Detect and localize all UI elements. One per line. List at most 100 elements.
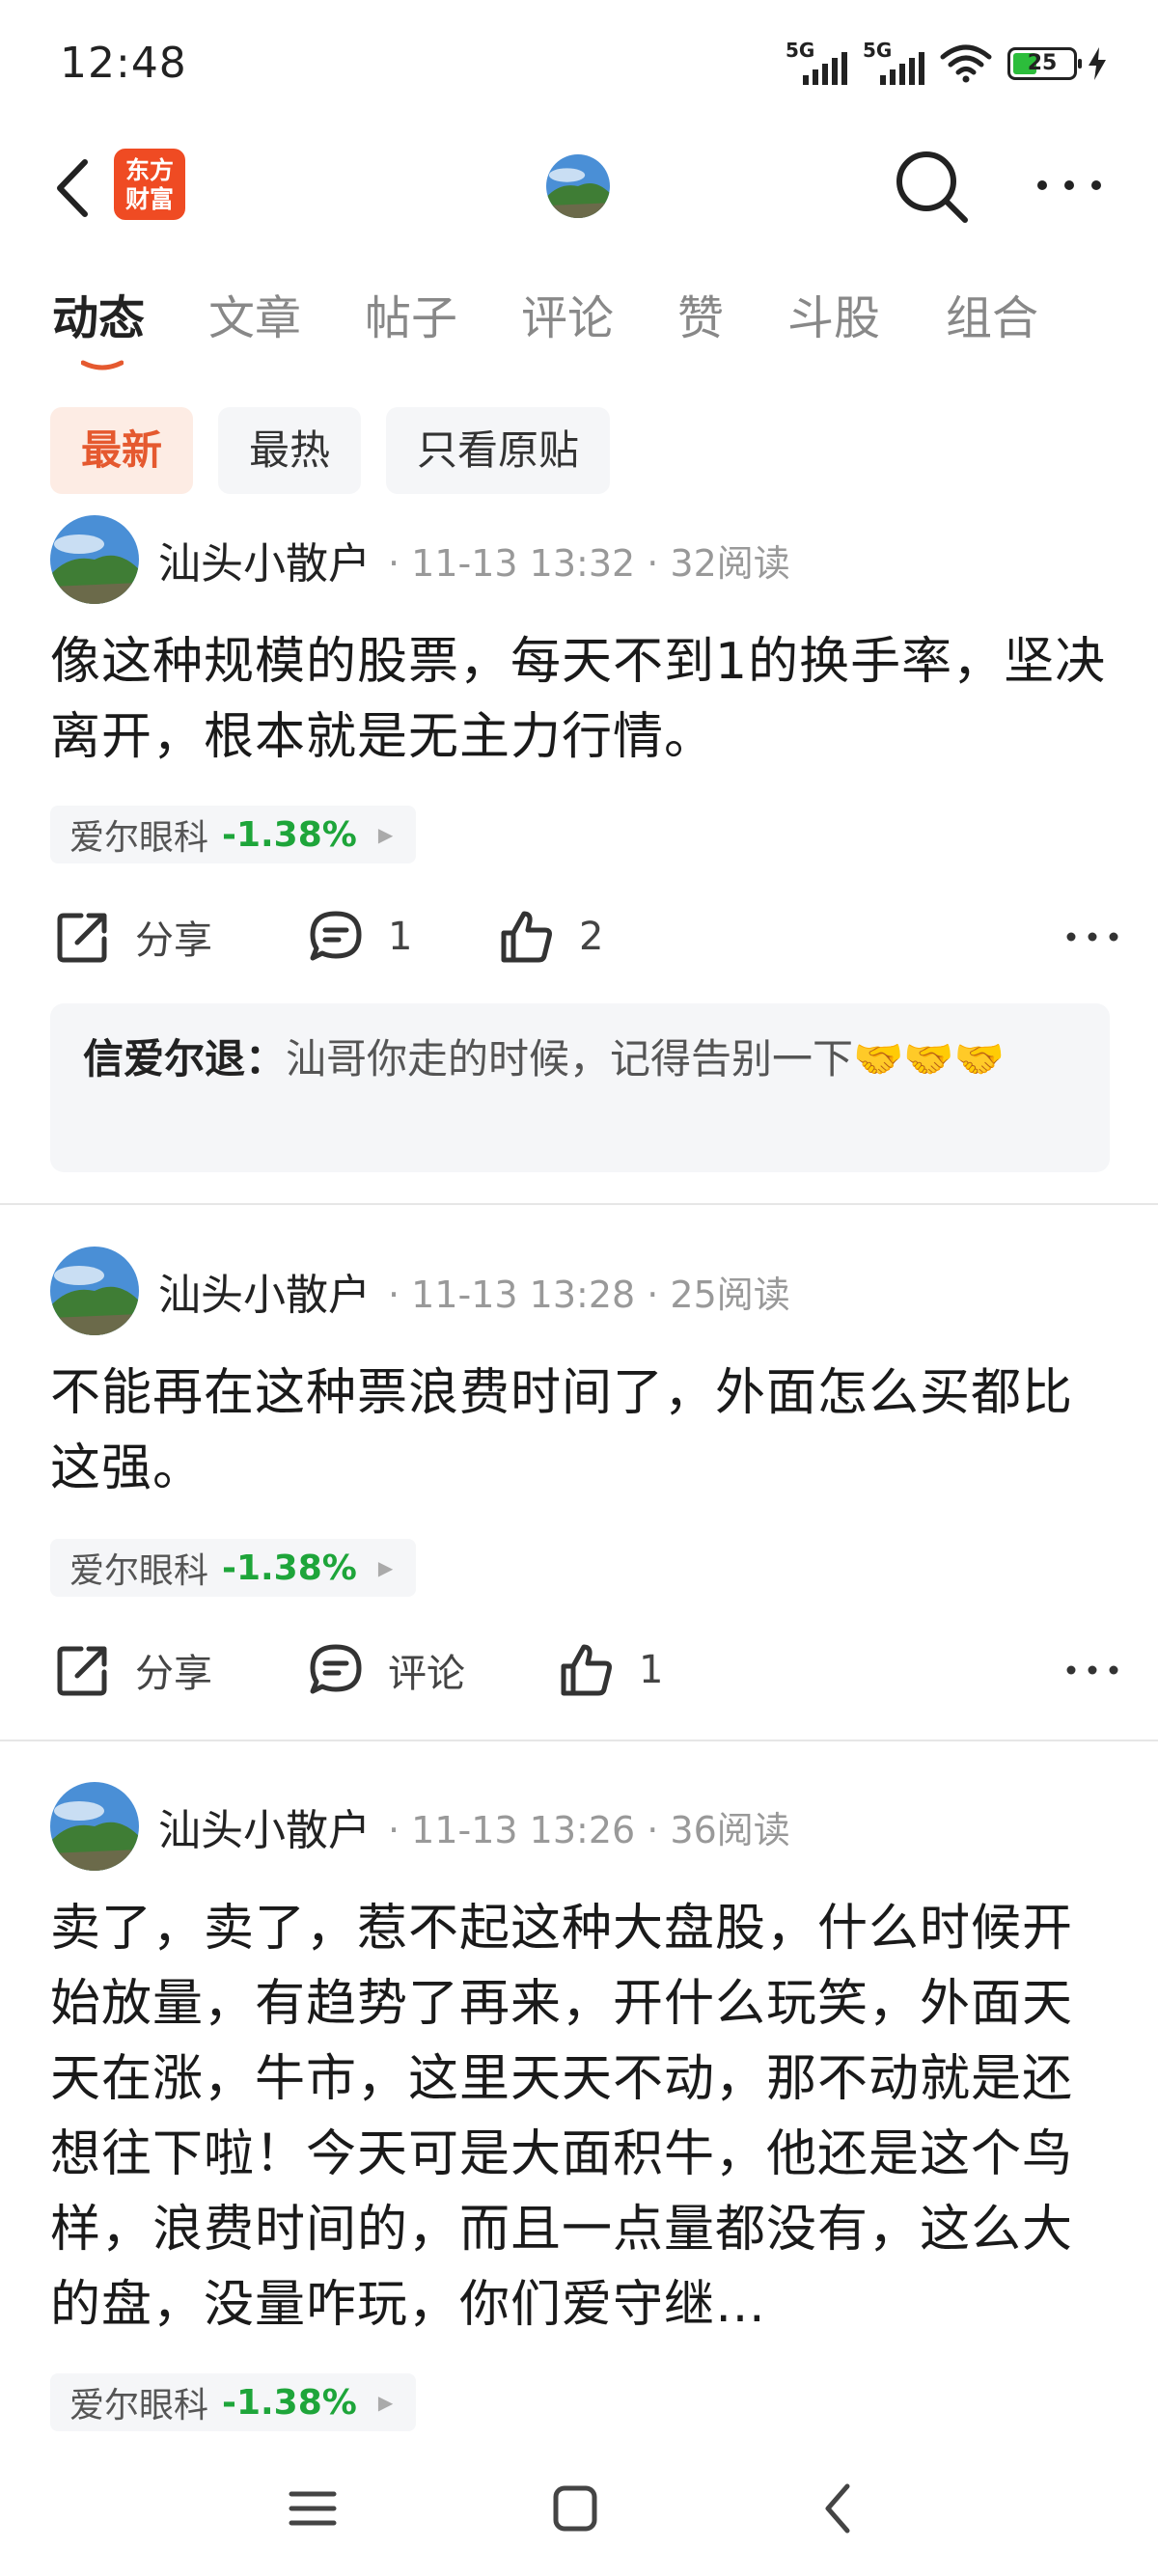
post-more-button[interactable] [1063,898,1121,975]
home-button[interactable] [537,2475,614,2542]
post-author[interactable]: 汕头小散户 [158,529,371,590]
share-button[interactable]: 分享 [54,898,212,975]
stock-change: -1.38% [222,2382,357,2423]
stock-name: 爱尔眼科 [69,818,209,858]
post-meta: · 11-13 13:28 · 25阅读 [388,1273,790,1316]
like-button[interactable]: 2 [498,898,603,975]
battery-level: 25 [1027,51,1058,75]
search-button[interactable] [894,149,971,226]
comment-label: 评论 [388,1652,465,1696]
more-dots-icon [1066,1665,1118,1675]
back-button[interactable] [48,154,106,222]
logo-line2: 财富 [124,185,174,213]
thumbs-up-icon [501,911,552,963]
chevron-left-icon [825,2483,850,2534]
active-tab-indicator [81,360,124,370]
tab-stock-battle[interactable]: 斗股 [787,280,880,357]
tab-portfolio[interactable]: 组合 [946,280,1038,357]
avatar[interactable] [50,515,139,604]
more-options-button[interactable] [1033,158,1106,212]
stock-tag[interactable]: 爱尔眼科 -1.38% ▶ [50,806,417,863]
landscape-avatar-image [50,1247,139,1335]
comment-icon [310,1644,362,1694]
sort-filters: 最新 最热 只看原贴 [50,407,611,494]
more-dots-icon [1037,180,1101,190]
cellular-signal-icon: 5G [786,39,853,85]
post-text[interactable]: 卖了，卖了，惹不起这种大盘股，什么时候开始放量，有趋势了再来，开什么玩笑，外面天… [50,1891,1121,2344]
post-text[interactable]: 像这种规模的股票，每天不到1的换手率，坚决离开，根本就是无主力行情。 [50,624,1121,775]
status-bar: 12:48 5G 5G 25 [0,0,1158,125]
comment-button[interactable]: 1 [307,898,412,975]
post-divider [0,1203,1158,1205]
search-icon [896,151,968,223]
stock-change: -1.38% [222,1548,357,1588]
chevron-left-icon [57,159,88,217]
stock-name: 爱尔眼科 [69,2386,209,2425]
share-icon [57,913,107,963]
post-actions: 分享 评论 1 [50,1631,1121,1709]
cellular-signal-icon: 5G [863,39,930,85]
more-dots-icon [1066,932,1118,942]
share-button[interactable]: 分享 [54,1631,212,1709]
stock-tag[interactable]: 爱尔眼科 -1.38% ▶ [50,1539,417,1597]
stock-name: 爱尔眼科 [69,1551,209,1591]
battery-icon: 25 [1007,47,1082,80]
share-label: 分享 [135,918,212,963]
system-navigation-bar [0,2446,1158,2576]
post-header: 汕头小散户 · 11-13 13:26 · 36阅读 [50,1782,790,1871]
share-label: 分享 [135,1652,212,1696]
tab-articles[interactable]: 文章 [208,280,301,357]
avatar[interactable] [50,1782,139,1871]
thumbs-up-icon [561,1644,612,1696]
tab-posts[interactable]: 帖子 [365,280,457,357]
post-text[interactable]: 不能再在这种票浪费时间了，外面怎么买都比这强。 [50,1356,1121,1506]
stock-change: -1.38% [222,814,357,855]
wifi-icon [940,44,992,83]
charging-icon [1089,47,1106,80]
filter-latest[interactable]: 最新 [50,407,194,494]
reply-author[interactable]: 信爱尔退： [83,1035,286,1082]
filter-hottest[interactable]: 最热 [218,407,362,494]
eastmoney-logo[interactable]: 东方 财富 [114,149,185,220]
comment-count: 1 [388,915,413,959]
status-time: 12:48 [60,39,187,88]
comment-icon [310,911,362,961]
post-header: 汕头小散户 · 11-13 13:28 · 25阅读 [50,1247,790,1335]
menu-lines-icon [289,2491,337,2526]
share-icon [57,1646,107,1696]
tab-likes[interactable]: 赞 [677,280,724,357]
user-avatar[interactable] [546,154,610,218]
logo-line1: 东方 [124,156,174,184]
tab-dynamic[interactable]: 动态 [52,280,145,357]
top-nav-bar: 东方 财富 [0,135,1158,241]
like-count: 2 [579,915,604,959]
square-home-icon [553,2485,597,2532]
post-actions: 分享 1 2 [50,898,1121,975]
post-author[interactable]: 汕头小散户 [158,1795,371,1857]
landscape-avatar-image [546,154,610,218]
profile-tabs: 动态 文章 帖子 评论 赞 斗股 组合 [0,280,1158,376]
stock-tag[interactable]: 爱尔眼科 -1.38% ▶ [50,2373,417,2431]
tab-comments[interactable]: 评论 [521,280,614,357]
recent-apps-button[interactable] [274,2475,351,2542]
reply-text: 汕哥你走的时候，记得告别一下🤝🤝🤝 [286,1035,1005,1082]
post-meta: · 11-13 13:32 · 32阅读 [388,541,790,585]
triangle-right-icon: ▶ [377,1556,394,1579]
triangle-right-icon: ▶ [377,2391,394,2414]
landscape-avatar-image [50,1782,139,1871]
system-back-button[interactable] [801,2475,878,2542]
post-author[interactable]: 汕头小散户 [158,1260,371,1322]
comment-button[interactable]: 评论 [307,1631,465,1709]
reply-preview[interactable]: 信爱尔退：汕哥你走的时候，记得告别一下🤝🤝🤝 [50,1003,1110,1172]
post-header: 汕头小散户 · 11-13 13:32 · 32阅读 [50,515,790,604]
like-button[interactable]: 1 [558,1631,663,1709]
post-divider [0,1740,1158,1741]
triangle-right-icon: ▶ [377,823,394,846]
landscape-avatar-image [50,515,139,604]
post-meta: · 11-13 13:26 · 36阅读 [388,1808,790,1851]
status-icons: 5G 5G 25 [786,39,1108,85]
like-count: 1 [639,1648,664,1692]
post-more-button[interactable] [1063,1631,1121,1709]
filter-original-only[interactable]: 只看原贴 [386,407,611,494]
avatar[interactable] [50,1247,139,1335]
